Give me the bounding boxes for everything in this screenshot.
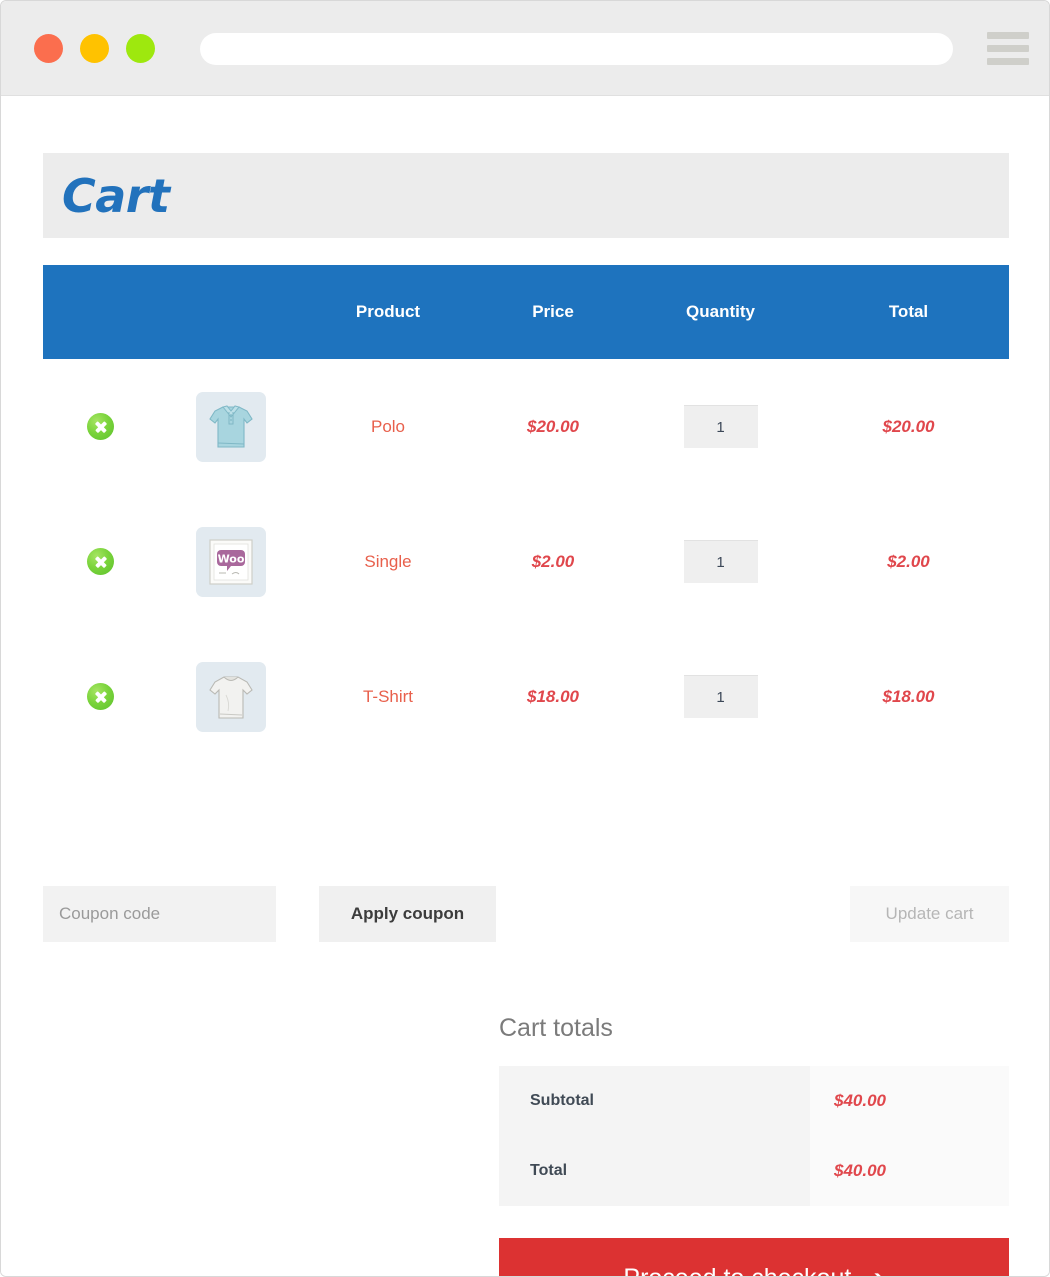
remove-item-icon[interactable]	[87, 683, 114, 710]
thumbnail-cell	[158, 359, 303, 494]
product-link[interactable]: Polo	[371, 417, 405, 436]
totals-row-total: Total $40.00	[499, 1136, 1009, 1206]
proceed-to-checkout-button[interactable]: Proceed to checkout ➔	[499, 1238, 1009, 1277]
quantity-cell	[633, 494, 808, 629]
table-row: Woo Single $2.00 1 $2.00	[43, 494, 1009, 629]
column-header-price: Price	[532, 302, 574, 321]
subtotal-label: Subtotal	[499, 1066, 810, 1136]
close-window-button[interactable]	[34, 34, 63, 63]
line-total: $18.00	[882, 686, 935, 706]
product-link[interactable]: Single	[364, 552, 411, 571]
hamburger-bar	[987, 58, 1029, 65]
quantity-input[interactable]	[683, 540, 758, 583]
product-price: $18.00	[527, 686, 579, 706]
woo-single-album-thumbnail[interactable]: Woo	[195, 526, 266, 597]
minimize-window-button[interactable]	[80, 34, 109, 63]
column-header-product: Product	[355, 302, 421, 321]
totals-row-subtotal: Subtotal $40.00	[499, 1066, 1009, 1136]
browser-window: Cart Product Price Quantity Total Polo $…	[0, 0, 1050, 1277]
hamburger-menu-icon[interactable]	[987, 32, 1029, 65]
table-row: Polo $20.00 $20.00	[43, 359, 1009, 494]
remove-item-icon[interactable]	[87, 413, 114, 440]
apply-coupon-button[interactable]: Apply coupon	[319, 886, 496, 942]
hamburger-bar	[987, 32, 1029, 39]
page-title-bar: Cart	[43, 153, 1009, 238]
cart-table: Product Price Quantity Total Polo $20.00…	[43, 265, 1009, 764]
coupon-row: Apply coupon Update cart	[43, 886, 1009, 942]
column-header-total: Total	[888, 302, 929, 321]
price-cell: $18.00	[473, 629, 633, 764]
remove-cell	[43, 359, 158, 494]
line-total: $20.00	[882, 416, 935, 436]
product-link[interactable]: T-Shirt	[363, 687, 413, 706]
remove-cell	[43, 629, 158, 764]
product-price: $2.00	[531, 551, 575, 571]
product-price: $20.00	[527, 416, 579, 436]
total-label: Total	[499, 1136, 810, 1206]
thumbnail-cell: Woo	[158, 494, 303, 629]
cart-totals-heading: Cart totals	[499, 1014, 613, 1042]
cart-totals-table: Subtotal $40.00 Total $40.00	[499, 1066, 1009, 1206]
price-cell: $2.00	[473, 494, 633, 629]
polo-shirt-thumbnail[interactable]	[195, 391, 266, 462]
total-value: $40.00	[834, 1161, 886, 1180]
address-bar-input[interactable]	[200, 33, 953, 65]
quantity-input[interactable]	[683, 675, 758, 718]
hamburger-bar	[987, 45, 1029, 52]
cart-table-header: Product Price Quantity Total	[43, 265, 1009, 359]
coupon-code-input[interactable]	[43, 886, 277, 942]
line-total-cell: $18.00	[808, 629, 1009, 764]
page-content: Cart Product Price Quantity Total Polo $…	[1, 96, 1049, 1276]
remove-cell	[43, 494, 158, 629]
arrow-right-icon: ➔	[865, 1266, 884, 1276]
quantity-cell	[633, 359, 808, 494]
svg-text:Woo: Woo	[217, 552, 244, 565]
update-cart-button[interactable]: Update cart	[850, 886, 1009, 942]
line-total-cell: $20.00	[808, 359, 1009, 494]
cart-table-body: Polo $20.00 $20.00	[43, 359, 1009, 764]
product-name-cell: T-Shirt	[303, 629, 473, 764]
traffic-lights	[34, 34, 155, 63]
thumbnail-cell	[158, 629, 303, 764]
browser-titlebar	[1, 1, 1049, 96]
column-header-quantity: Quantity	[686, 302, 755, 321]
price-cell: $20.00	[473, 359, 633, 494]
column-header-thumbnail	[158, 265, 303, 359]
total-value-cell: $40.00	[810, 1136, 1009, 1206]
cart-totals-panel: Cart totals Subtotal $40.00 Total $40.00	[499, 1014, 1009, 1206]
column-header-remove	[43, 265, 158, 359]
line-total: $2.00	[887, 551, 930, 571]
t-shirt-thumbnail[interactable]	[195, 661, 266, 732]
product-name-cell: Single	[303, 494, 473, 629]
subtotal-value: $40.00	[834, 1091, 886, 1110]
subtotal-value-cell: $40.00	[810, 1066, 1009, 1136]
quantity-input[interactable]	[683, 405, 758, 448]
maximize-window-button[interactable]	[126, 34, 155, 63]
cart-header-row: Product Price Quantity Total	[43, 265, 1009, 359]
product-name-cell: Polo	[303, 359, 473, 494]
remove-item-icon[interactable]	[87, 548, 114, 575]
page-title: Cart	[62, 168, 170, 223]
table-row: T-Shirt $18.00 $18.00	[43, 629, 1009, 764]
checkout-label: Proceed to checkout	[623, 1264, 851, 1277]
quantity-cell	[633, 629, 808, 764]
line-total-cell: $2.00	[808, 494, 1009, 629]
